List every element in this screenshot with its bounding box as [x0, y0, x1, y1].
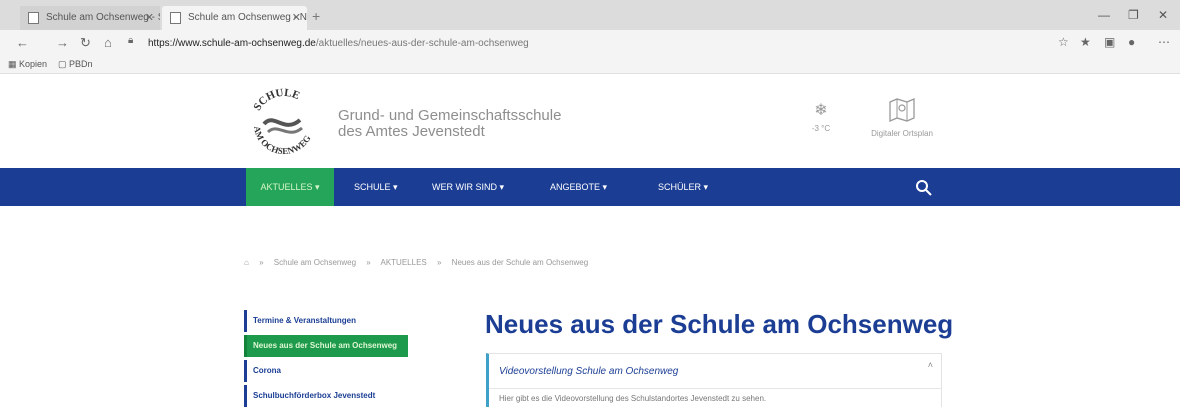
- digital-map-label: Digitaler Ortsplan: [871, 129, 933, 138]
- accordion-card[interactable]: Videovorstellung Schule am Ochsenweg ˄ H…: [486, 353, 942, 407]
- accordion-heading[interactable]: Videovorstellung Schule am Ochsenweg: [499, 366, 678, 377]
- nav-item-wer-wir-sind[interactable]: WER WIR SIND ▾: [424, 168, 512, 206]
- search-icon[interactable]: [914, 178, 934, 198]
- back-icon[interactable]: ←: [16, 35, 29, 50]
- minimize-icon[interactable]: —: [1098, 8, 1110, 22]
- page-icon: [170, 12, 181, 24]
- home-icon[interactable]: ⌂: [244, 258, 249, 267]
- url-domain: https://www.schule-am-ochsenweg.de: [148, 38, 316, 49]
- bookmark-label: Kopien: [19, 59, 48, 69]
- profile-icon[interactable]: ●: [1128, 35, 1135, 49]
- breadcrumb-current: Neues aus der Schule am Ochsenweg: [451, 258, 589, 267]
- sidebar-item-schulbuchfoerderbox[interactable]: Schulbuchförderbox Jevenstedt: [244, 385, 408, 407]
- school-name: Grund- und Gemeinschaftsschule des Amtes…: [338, 108, 561, 140]
- address-bar-row: ← → ↻ ⌂ 🔒︎ https://www.schule-am-ochsenw…: [0, 30, 1180, 56]
- breadcrumb-separator: »: [436, 258, 442, 267]
- breadcrumb-separator: »: [366, 258, 371, 267]
- refresh-icon[interactable]: ↻: [80, 35, 91, 51]
- tab-title: Schule am Ochsenweg - Schulb: [46, 12, 160, 23]
- breadcrumb-separator: »: [259, 258, 264, 267]
- collections-icon[interactable]: ▣: [1104, 35, 1115, 49]
- divider: [489, 388, 941, 389]
- browser-tab-bar: Schule am Ochsenweg - Schulb ✕ Schule am…: [0, 0, 1180, 30]
- nav-item-schueler[interactable]: SCHÜLER ▾: [650, 168, 716, 206]
- close-tab-icon[interactable]: ✕: [292, 6, 301, 30]
- bookmark-item[interactable]: ▢ PBDn: [58, 59, 93, 70]
- tab-title: Schule am Ochsenweg - Neues: [188, 12, 307, 23]
- page-title: Neues aus der Schule am Ochsenweg: [485, 309, 954, 339]
- lock-icon[interactable]: 🔒︎: [128, 35, 133, 46]
- school-name-line2: des Amtes Jevenstedt: [338, 123, 485, 140]
- collapse-icon[interactable]: ˄: [928, 360, 933, 370]
- close-tab-icon[interactable]: ✕: [145, 6, 154, 30]
- breadcrumb-item[interactable]: AKTUELLES: [381, 258, 427, 267]
- sidebar-menu: Termine & Veranstaltungen Neues aus der …: [244, 310, 408, 407]
- new-tab-icon[interactable]: +: [312, 8, 320, 24]
- nav-item-aktuelles[interactable]: AKTUELLES ▾: [246, 168, 334, 206]
- window-close-icon[interactable]: ✕: [1158, 8, 1168, 22]
- sidebar-item-neues[interactable]: Neues aus der Schule am Ochsenweg: [244, 335, 408, 357]
- nav-item-angebote[interactable]: ANGEBOTE ▾: [542, 168, 615, 206]
- nav-item-schule[interactable]: SCHULE ▾: [346, 168, 406, 206]
- browser-tab-active[interactable]: Schule am Ochsenweg - Neues ✕: [162, 6, 307, 30]
- accordion-text: Hier gibt es die Videovorstellung des Sc…: [499, 394, 767, 403]
- bookmarks-bar: ▦ Kopien ▢ PBDn: [0, 56, 1180, 74]
- breadcrumb-item[interactable]: Schule am Ochsenweg: [274, 258, 356, 267]
- school-logo[interactable]: SCHULE AM OCHSENWEG: [244, 84, 324, 164]
- url-path: /aktuelles/neues-aus-der-schule-am-ochse…: [315, 38, 529, 49]
- sidebar-item-termine[interactable]: Termine & Veranstaltungen: [244, 310, 408, 332]
- main-navigation: AKTUELLES ▾ SCHULE ▾ WER WIR SIND ▾ ANGE…: [0, 168, 1180, 206]
- page-icon: [28, 12, 39, 24]
- address-input[interactable]: https://www.schule-am-ochsenweg.de/aktue…: [148, 35, 529, 52]
- weather-widget[interactable]: ❄ -3 °C: [804, 100, 838, 133]
- sidebar-item-corona[interactable]: Corona: [244, 360, 408, 382]
- svg-text:SCHULE: SCHULE: [251, 87, 301, 113]
- browser-tab[interactable]: Schule am Ochsenweg - Schulb ✕: [20, 6, 160, 30]
- bookmark-label: PBDn: [69, 59, 93, 69]
- weather-temperature: -3 °C: [811, 124, 831, 133]
- home-icon[interactable]: ⌂: [104, 35, 112, 50]
- digital-map-link[interactable]: Digitaler Ortsplan: [852, 96, 952, 138]
- more-menu-icon[interactable]: ⋯: [1158, 35, 1170, 49]
- favorites-star-icon[interactable]: ★: [1080, 35, 1091, 49]
- map-icon: [889, 98, 915, 122]
- bookmark-item[interactable]: ▦ Kopien: [8, 59, 47, 70]
- reading-view-icon[interactable]: ☆: [1058, 35, 1069, 49]
- snowflake-icon: ❄: [814, 102, 828, 119]
- breadcrumb: ⌂ » Schule am Ochsenweg » AKTUELLES » Ne…: [244, 258, 596, 267]
- forward-icon[interactable]: →: [56, 35, 69, 50]
- maximize-icon[interactable]: ❐: [1128, 8, 1139, 22]
- school-name-line1: Grund- und Gemeinschaftsschule: [338, 107, 562, 124]
